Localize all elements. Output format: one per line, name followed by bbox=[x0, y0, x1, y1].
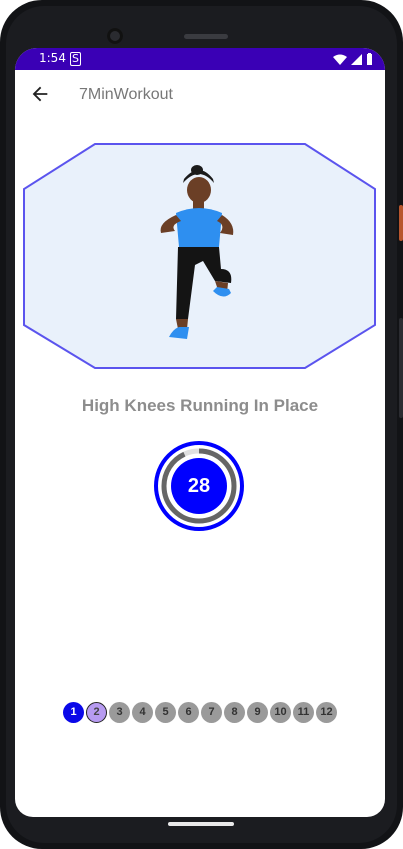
exercise-timer: 28 bbox=[154, 441, 244, 531]
signal-icon bbox=[351, 53, 362, 65]
volume-rocker bbox=[399, 318, 403, 418]
step-item-7: 7 bbox=[201, 702, 222, 723]
step-item-10: 10 bbox=[270, 702, 291, 723]
front-camera-icon bbox=[107, 28, 123, 44]
step-item-12: 12 bbox=[316, 702, 337, 723]
home-gesture-bar[interactable] bbox=[168, 822, 234, 826]
timer-seconds: 28 bbox=[187, 475, 211, 497]
step-item-6: 6 bbox=[178, 702, 199, 723]
phone-frame: 1:54 S 7MinWorkout High Knees Running In… bbox=[0, 0, 403, 849]
step-item-9: 9 bbox=[247, 702, 268, 723]
speaker-grille bbox=[184, 34, 228, 39]
step-item-5: 5 bbox=[155, 702, 176, 723]
step-item-4: 4 bbox=[132, 702, 153, 723]
exercise-progress-indicator: 1 2 3 4 5 6 7 8 9 10 11 12 bbox=[15, 702, 385, 723]
wifi-icon bbox=[333, 54, 347, 65]
step-item-8: 8 bbox=[224, 702, 245, 723]
status-time: 1:54 bbox=[39, 51, 66, 65]
status-indicator: S bbox=[70, 52, 81, 66]
status-bar: 1:54 S bbox=[15, 48, 385, 70]
arrow-back-icon[interactable] bbox=[29, 83, 51, 105]
step-item-2: 2 bbox=[86, 702, 107, 723]
exercise-name: High Knees Running In Place bbox=[81, 396, 319, 415]
exercise-image bbox=[23, 143, 376, 369]
battery-icon bbox=[367, 53, 372, 65]
toolbar-title: 7MinWorkout bbox=[79, 86, 173, 103]
step-item-3: 3 bbox=[109, 702, 130, 723]
app-screen: 1:54 S 7MinWorkout High Knees Running In… bbox=[15, 48, 385, 817]
status-icons bbox=[333, 53, 373, 65]
step-item-1: 1 bbox=[63, 702, 84, 723]
app-toolbar: 7MinWorkout bbox=[15, 70, 385, 124]
power-button bbox=[399, 205, 403, 241]
step-item-11: 11 bbox=[293, 702, 314, 723]
